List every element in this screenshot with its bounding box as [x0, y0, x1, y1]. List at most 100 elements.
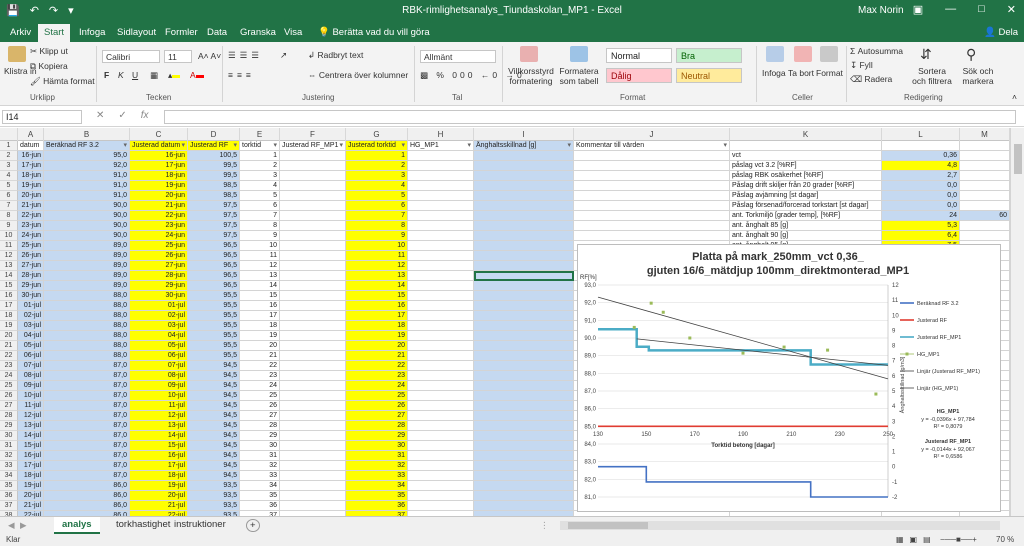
column-header-h[interactable]: H — [408, 128, 474, 141]
cell-a[interactable]: 16-jul — [18, 451, 44, 461]
cell-i[interactable] — [474, 421, 574, 431]
user-name[interactable]: Max Norin — [858, 5, 904, 16]
cell-b[interactable]: Beräknad RF 3.2 ▾ — [44, 141, 130, 151]
cell-e[interactable]: 12 — [240, 261, 280, 271]
row-header[interactable]: 2 — [0, 151, 18, 161]
borders-icon[interactable]: ▦ — [150, 70, 158, 81]
cell-d[interactable]: 94,5 — [188, 431, 240, 441]
cell-d[interactable]: 94,5 — [188, 371, 240, 381]
cell-e[interactable]: 11 — [240, 251, 280, 261]
cell-g[interactable]: 18 — [346, 321, 408, 331]
cell-h[interactable] — [408, 221, 474, 231]
font-size-select[interactable]: 11 — [164, 50, 192, 63]
cell-j[interactable] — [574, 221, 730, 231]
cell-a[interactable]: 03-jul — [18, 321, 44, 331]
row-header[interactable]: 13 — [0, 261, 18, 271]
cell-d[interactable]: 96,5 — [188, 251, 240, 261]
cell-h[interactable] — [408, 351, 474, 361]
cell-g[interactable]: 20 — [346, 341, 408, 351]
cell-j[interactable]: Kommentar till värden ▾ — [574, 141, 730, 151]
cut-button[interactable]: ✂ Klipp ut — [30, 46, 68, 57]
cell-i[interactable] — [474, 361, 574, 371]
cell-h[interactable] — [408, 281, 474, 291]
cell-i[interactable] — [474, 301, 574, 311]
cell-i[interactable] — [474, 281, 574, 291]
row-header[interactable]: 20 — [0, 331, 18, 341]
cell-e[interactable]: 4 — [240, 181, 280, 191]
cell-c[interactable]: 06-jul — [130, 351, 188, 361]
cell-d[interactable]: 94,5 — [188, 451, 240, 461]
cell-a[interactable]: 16-jun — [18, 151, 44, 161]
cell-e[interactable]: 7 — [240, 211, 280, 221]
cell-e[interactable]: 10 — [240, 241, 280, 251]
column-header-b[interactable]: B — [44, 128, 130, 141]
cell-a[interactable]: 24-jun — [18, 231, 44, 241]
cell-h[interactable] — [408, 301, 474, 311]
cell-a[interactable]: 14-jul — [18, 431, 44, 441]
cell-f[interactable] — [280, 291, 346, 301]
cell-d[interactable]: 100,5 — [188, 151, 240, 161]
cell-b[interactable]: 87,0 — [44, 421, 130, 431]
cell-m[interactable] — [960, 171, 1010, 181]
filter-dropdown-icon[interactable]: ▾ — [273, 141, 277, 150]
cell-a[interactable]: 18-jun — [18, 171, 44, 181]
cell-c[interactable]: 21-jun — [130, 201, 188, 211]
ribbon-display-icon[interactable]: ▣ — [913, 3, 923, 16]
cell-e[interactable]: 17 — [240, 311, 280, 321]
filter-dropdown-icon[interactable]: ▾ — [467, 141, 471, 150]
cell-e[interactable]: 22 — [240, 361, 280, 371]
cell-f[interactable] — [280, 501, 346, 511]
cell-c[interactable]: 09-jul — [130, 381, 188, 391]
cell-b[interactable]: 87,0 — [44, 441, 130, 451]
cell-f[interactable] — [280, 371, 346, 381]
cell-j[interactable] — [574, 161, 730, 171]
cell-c[interactable]: 02-jul — [130, 311, 188, 321]
cell-g[interactable]: 12 — [346, 261, 408, 271]
cell-i[interactable] — [474, 451, 574, 461]
cell-f[interactable] — [280, 191, 346, 201]
cell-e[interactable]: 25 — [240, 391, 280, 401]
cell-d[interactable]: 95,5 — [188, 301, 240, 311]
cell-h[interactable] — [408, 231, 474, 241]
cell-b[interactable]: 87,0 — [44, 451, 130, 461]
add-sheet-button[interactable]: + — [246, 519, 260, 532]
cell-d[interactable]: 96,5 — [188, 241, 240, 251]
filter-dropdown-icon[interactable]: ▾ — [123, 141, 127, 150]
cell-k[interactable]: ant. ånghalt 90 [g] — [730, 231, 882, 241]
cell-k[interactable]: ant. ånghalt 85 [g] — [730, 221, 882, 231]
row-header[interactable]: 8 — [0, 211, 18, 221]
cell-k[interactable]: vct — [730, 151, 882, 161]
cell-d[interactable]: 94,5 — [188, 391, 240, 401]
cell-a[interactable]: 26-jun — [18, 251, 44, 261]
cell-c[interactable]: 29-jun — [130, 281, 188, 291]
cell-f[interactable] — [280, 281, 346, 291]
cell-f[interactable] — [280, 151, 346, 161]
cell-a[interactable]: 05-jul — [18, 341, 44, 351]
cell-h[interactable] — [408, 191, 474, 201]
cell-a[interactable]: 04-jul — [18, 331, 44, 341]
orientation-icon[interactable]: ↗ — [280, 50, 287, 61]
cell-e[interactable]: 34 — [240, 481, 280, 491]
cell-d[interactable]: 94,5 — [188, 471, 240, 481]
cell-a[interactable]: 20-jul — [18, 491, 44, 501]
cell-e[interactable]: 35 — [240, 491, 280, 501]
cell-b[interactable]: 87,0 — [44, 431, 130, 441]
cell-i[interactable] — [474, 401, 574, 411]
cell-f[interactable] — [280, 201, 346, 211]
horizontal-align-icons[interactable]: ≡≡≡ — [228, 70, 255, 80]
clear-button[interactable]: ⌫ Radera — [850, 74, 892, 85]
cell-g[interactable]: 1 — [346, 151, 408, 161]
cell-h[interactable] — [408, 481, 474, 491]
cell-g[interactable]: 33 — [346, 471, 408, 481]
cell-j[interactable] — [574, 191, 730, 201]
cell-i[interactable]: Ånghaltsskillnad [g] ▾ — [474, 141, 574, 151]
column-header-e[interactable]: E — [240, 128, 280, 141]
cell-c[interactable]: 21-jul — [130, 501, 188, 511]
cell-i[interactable] — [474, 381, 574, 391]
cell-b[interactable]: 87,0 — [44, 361, 130, 371]
cell-g[interactable]: 35 — [346, 491, 408, 501]
name-box[interactable]: I14 — [2, 110, 82, 124]
cell-a[interactable]: 07-jul — [18, 361, 44, 371]
cell-f[interactable] — [280, 351, 346, 361]
cell-c[interactable]: 30-jun — [130, 291, 188, 301]
